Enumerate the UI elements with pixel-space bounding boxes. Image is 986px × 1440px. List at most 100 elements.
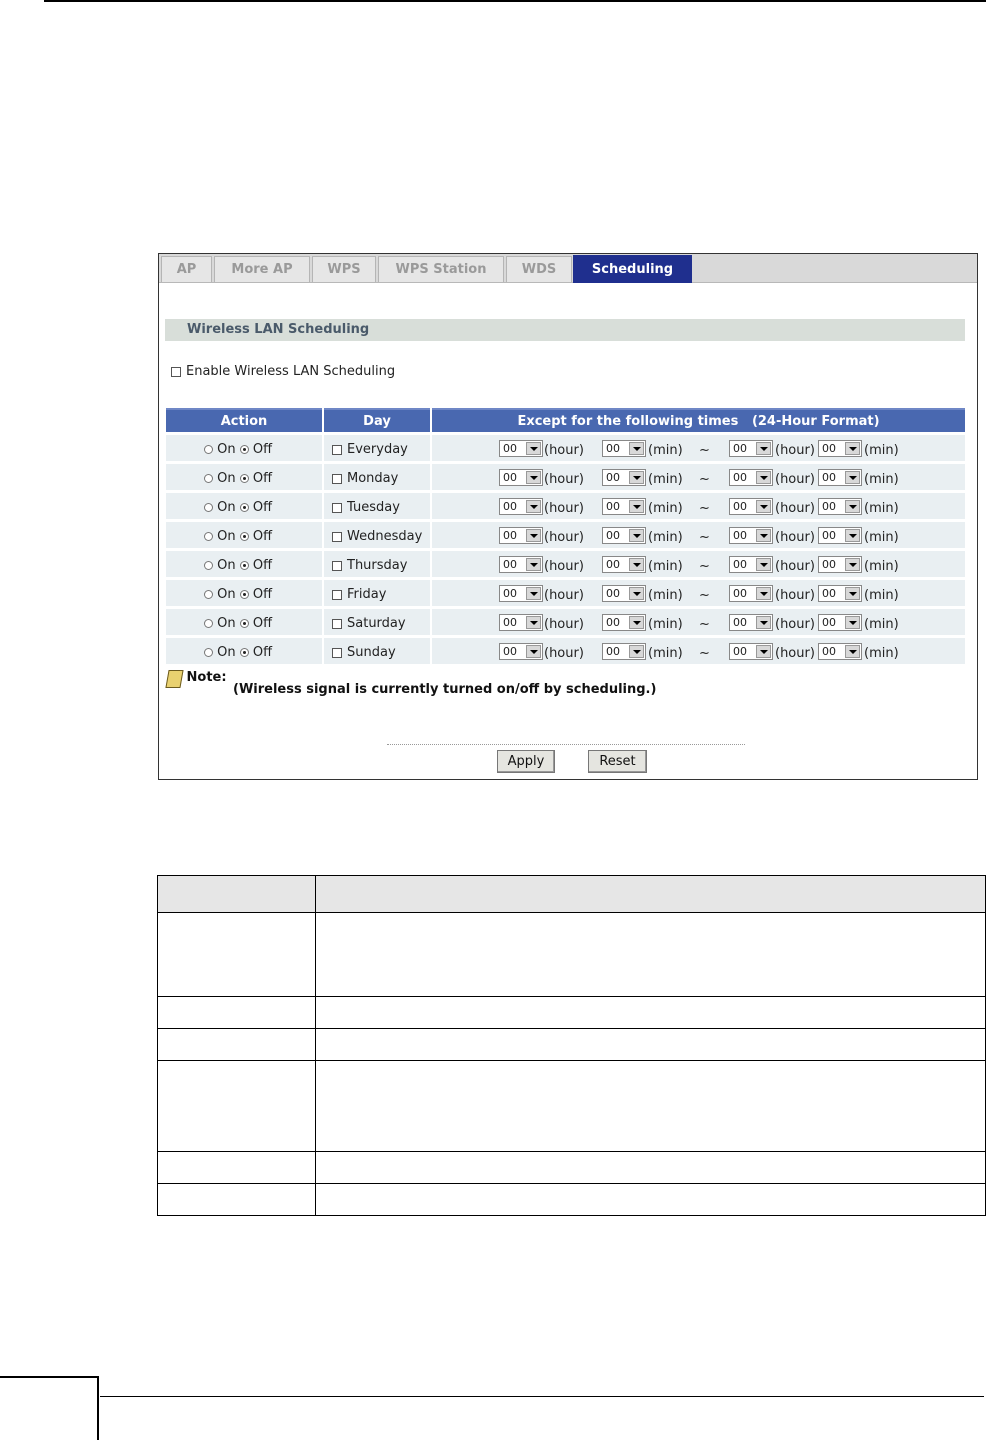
chevron-down-icon[interactable] (756, 529, 771, 542)
min-select[interactable]: 00 (602, 527, 646, 544)
chevron-down-icon[interactable] (756, 645, 771, 658)
min-select[interactable]: 00 (818, 556, 862, 573)
hour-select[interactable]: 00 (729, 527, 773, 544)
hour-select[interactable]: 00 (499, 556, 543, 573)
table-row: On Off Friday 00 00 00 00 (hour) (min) ~ (hour) (m… (166, 580, 965, 606)
on-radio[interactable] (204, 619, 213, 628)
chevron-down-icon[interactable] (629, 500, 644, 513)
min-select[interactable]: 00 (602, 469, 646, 486)
reset-button[interactable]: Reset (588, 750, 647, 773)
chevron-down-icon[interactable] (756, 471, 771, 484)
min-select[interactable]: 00 (602, 440, 646, 457)
min-select[interactable]: 00 (602, 498, 646, 515)
on-radio[interactable] (204, 445, 213, 454)
day-checkbox[interactable] (332, 444, 342, 455)
chevron-down-icon[interactable] (756, 587, 771, 600)
day-checkbox[interactable] (332, 502, 342, 513)
chevron-down-icon[interactable] (629, 587, 644, 600)
hour-select[interactable]: 00 (729, 585, 773, 602)
chevron-down-icon[interactable] (526, 645, 541, 658)
hour-select[interactable]: 00 (729, 614, 773, 631)
chevron-down-icon[interactable] (756, 442, 771, 455)
hour-select[interactable]: 00 (499, 614, 543, 631)
hour-select[interactable]: 00 (499, 498, 543, 515)
tab-scheduling[interactable]: Scheduling (573, 255, 692, 283)
tab-wps-station[interactable]: WPS Station (378, 256, 504, 282)
tab-ap[interactable]: AP (161, 256, 212, 282)
chevron-down-icon[interactable] (526, 529, 541, 542)
min-select[interactable]: 00 (818, 643, 862, 660)
hour-select[interactable]: 00 (729, 556, 773, 573)
hour-select[interactable]: 00 (499, 643, 543, 660)
off-radio[interactable] (239, 561, 249, 570)
footer-rule (100, 1396, 984, 1397)
min-select[interactable]: 00 (602, 614, 646, 631)
off-radio[interactable] (239, 445, 249, 454)
hour-select[interactable]: 00 (499, 469, 543, 486)
chevron-down-icon[interactable] (845, 616, 860, 629)
day-checkbox[interactable] (332, 560, 342, 571)
on-radio[interactable] (204, 648, 213, 657)
tab-more-ap[interactable]: More AP (214, 256, 310, 282)
chevron-down-icon[interactable] (845, 442, 860, 455)
min-select[interactable]: 00 (602, 643, 646, 660)
min-select[interactable]: 00 (602, 585, 646, 602)
chevron-down-icon[interactable] (526, 587, 541, 600)
chevron-down-icon[interactable] (629, 529, 644, 542)
chevron-down-icon[interactable] (845, 529, 860, 542)
hour-select[interactable]: 00 (729, 469, 773, 486)
tab-wps[interactable]: WPS (312, 256, 376, 282)
off-radio[interactable] (239, 590, 249, 599)
min-select[interactable]: 00 (818, 527, 862, 544)
chevron-down-icon[interactable] (526, 442, 541, 455)
on-radio[interactable] (204, 474, 213, 483)
chevron-down-icon[interactable] (629, 645, 644, 658)
day-checkbox[interactable] (332, 618, 342, 629)
chevron-down-icon[interactable] (526, 616, 541, 629)
off-radio[interactable] (239, 474, 249, 483)
chevron-down-icon[interactable] (845, 587, 860, 600)
day-label: Friday (347, 587, 387, 602)
chevron-down-icon[interactable] (629, 442, 644, 455)
on-radio[interactable] (204, 561, 213, 570)
chevron-down-icon[interactable] (526, 500, 541, 513)
hour-select[interactable]: 00 (499, 440, 543, 457)
min-select[interactable]: 00 (818, 469, 862, 486)
hour-select[interactable]: 00 (729, 498, 773, 515)
apply-button[interactable]: Apply (497, 750, 555, 773)
chevron-down-icon[interactable] (629, 558, 644, 571)
hour-select[interactable]: 00 (729, 440, 773, 457)
min-select[interactable]: 00 (818, 440, 862, 457)
chevron-down-icon[interactable] (845, 558, 860, 571)
day-checkbox[interactable] (332, 589, 342, 600)
day-checkbox[interactable] (332, 473, 342, 484)
hour-select[interactable]: 00 (729, 643, 773, 660)
min-select[interactable]: 00 (818, 585, 862, 602)
off-radio[interactable] (239, 532, 249, 541)
chevron-down-icon[interactable] (526, 558, 541, 571)
hour-select[interactable]: 00 (499, 527, 543, 544)
chevron-down-icon[interactable] (845, 645, 860, 658)
off-radio[interactable] (239, 503, 249, 512)
min-select[interactable]: 00 (818, 498, 862, 515)
chevron-down-icon[interactable] (526, 471, 541, 484)
on-radio[interactable] (204, 532, 213, 541)
off-radio[interactable] (239, 619, 249, 628)
on-radio[interactable] (204, 590, 213, 599)
chevron-down-icon[interactable] (845, 471, 860, 484)
day-checkbox[interactable] (332, 647, 342, 658)
chevron-down-icon[interactable] (756, 558, 771, 571)
chevron-down-icon[interactable] (629, 471, 644, 484)
min-select[interactable]: 00 (818, 614, 862, 631)
min-select[interactable]: 00 (602, 556, 646, 573)
chevron-down-icon[interactable] (756, 616, 771, 629)
enable-scheduling-checkbox[interactable] (171, 366, 181, 377)
chevron-down-icon[interactable] (845, 500, 860, 513)
hour-select[interactable]: 00 (499, 585, 543, 602)
chevron-down-icon[interactable] (629, 616, 644, 629)
chevron-down-icon[interactable] (756, 500, 771, 513)
tab-wds[interactable]: WDS (506, 256, 572, 282)
on-radio[interactable] (204, 503, 213, 512)
off-radio[interactable] (239, 648, 249, 657)
day-checkbox[interactable] (332, 531, 342, 542)
